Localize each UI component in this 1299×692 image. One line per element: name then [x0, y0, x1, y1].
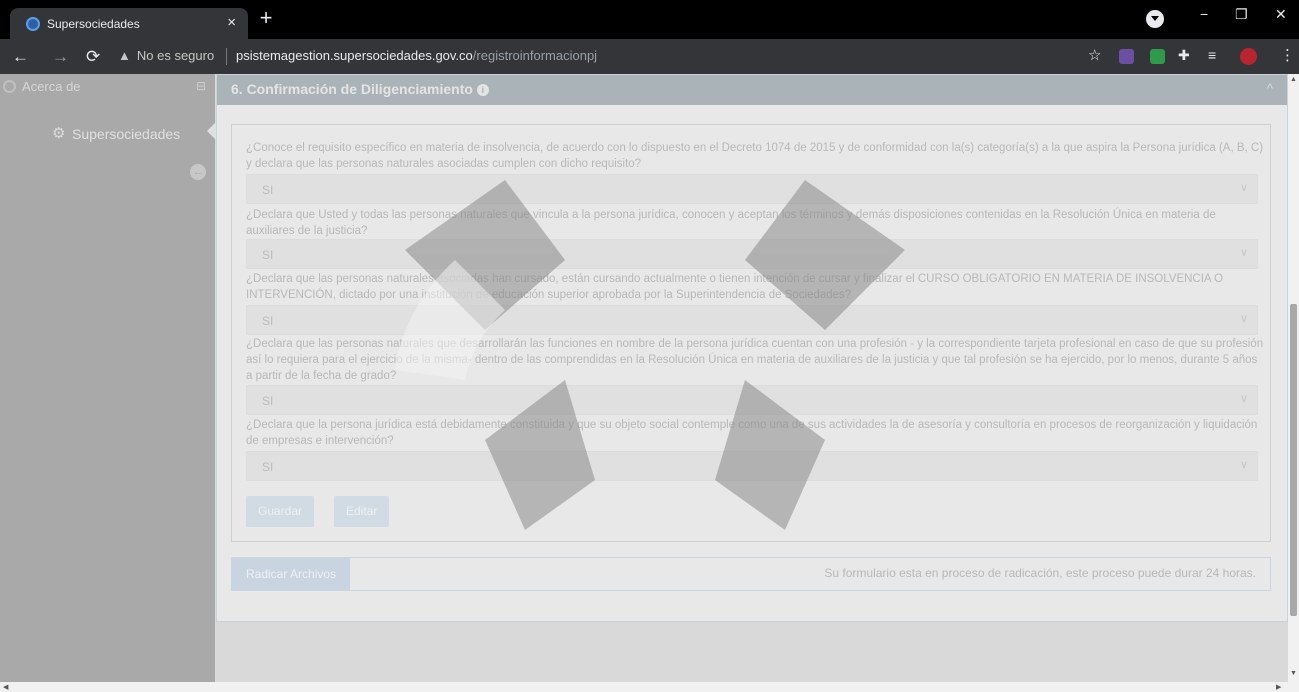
new-tab-button[interactable]: +: [255, 7, 277, 30]
scroll-left-icon[interactable]: ◀: [3, 683, 8, 691]
answer-select-2[interactable]: SI ∨: [246, 239, 1258, 269]
chevron-down-icon: ∨: [1239, 182, 1248, 194]
sidebar-item-about[interactable]: Acerca de: [22, 79, 81, 94]
security-indicator[interactable]: ▲ No es seguro: [118, 48, 214, 63]
site-favicon-icon: [26, 17, 40, 31]
chevron-down-icon: ∨: [1239, 247, 1248, 259]
active-caret-icon: [207, 122, 216, 140]
question-2: ¿Declara que Usted y todas las personas …: [246, 209, 1216, 237]
horizontal-scrollbar[interactable]: ◀ ▶: [0, 682, 1299, 692]
star-icon[interactable]: ☆: [1088, 46, 1101, 64]
chevron-up-icon[interactable]: ^: [1267, 81, 1273, 96]
confirmation-panel: 6. Confirmación de Diligenciamiento i ^ ¿…: [216, 74, 1288, 622]
about-icon: [3, 80, 16, 93]
sidebar-item-supersociedades[interactable]: Supersociedades: [72, 126, 180, 142]
answer-value-4: SI: [262, 394, 274, 408]
scroll-up-icon[interactable]: ▲: [1290, 76, 1297, 83]
info-icon[interactable]: i: [476, 84, 489, 96]
save-button[interactable]: Guardar: [246, 496, 315, 527]
answer-select-3[interactable]: SI ∨: [246, 305, 1258, 335]
chevron-down-icon: ∨: [1239, 459, 1248, 471]
queue-icon[interactable]: ≡: [1208, 47, 1216, 63]
extension-flask-icon[interactable]: [1119, 49, 1134, 64]
collapse-sidebar-icon[interactable]: ←: [190, 164, 206, 180]
chevron-down-icon: ∨: [1239, 393, 1248, 405]
browser-toolbar: ← → ⟳ ▲ No es seguro psistemagestion.supe…: [0, 39, 1299, 74]
chevron-down-icon: ∨: [1239, 313, 1248, 325]
panel-header[interactable]: 6. Confirmación de Diligenciamiento i ^: [217, 75, 1287, 105]
extension-green-icon[interactable]: [1150, 49, 1165, 64]
minimize-icon[interactable]: −: [1200, 6, 1208, 22]
puzzle-icon[interactable]: ✚: [1178, 47, 1190, 64]
media-control-icon[interactable]: [1146, 10, 1164, 28]
answer-value-1: SI: [262, 183, 274, 197]
question-4: ¿Declara que las personas naturales que …: [246, 338, 1264, 382]
close-window-icon[interactable]: ✕: [1275, 6, 1287, 23]
edit-button[interactable]: Editar: [334, 496, 390, 527]
section-title-text: 6. Confirmación de Diligenciamiento: [231, 81, 473, 97]
answer-value-5: SI: [262, 460, 274, 474]
browser-tab[interactable]: Supersociedades ×: [10, 8, 248, 39]
maximize-icon[interactable]: ❐: [1235, 6, 1248, 23]
omnibox-divider: [226, 48, 227, 65]
scroll-right-icon[interactable]: ▶: [1276, 683, 1281, 691]
back-icon[interactable]: ←: [12, 47, 29, 67]
menu-icon[interactable]: ⋮: [1280, 46, 1295, 64]
url-host: psistemagestion.supersociedades.gov.co: [236, 48, 473, 63]
radicar-bar: Radicar Archivos Su formulario esta en p…: [231, 557, 1271, 591]
forward-icon[interactable]: →: [52, 47, 69, 67]
tab-strip: Supersociedades × + − ❐ ✕: [0, 0, 1299, 39]
address-bar[interactable]: ▲ No es seguro psistemagestion.supersocie…: [116, 43, 1116, 70]
avatar-icon[interactable]: [1240, 48, 1257, 65]
question-1: ¿Conoce el requisito específico en mater…: [246, 142, 1264, 170]
gear-icon: ⚙: [52, 125, 66, 142]
security-label: No es seguro: [136, 48, 215, 63]
answer-select-4[interactable]: SI ∨: [246, 385, 1258, 415]
page-title: 6. Confirmación de Diligenciamiento i: [231, 81, 489, 97]
question-5: ¿Declara que la persona jurídica está de…: [246, 419, 1258, 447]
radicar-status-message: Su formulario esta en proceso de radicac…: [824, 566, 1256, 580]
answer-select-1[interactable]: SI ∨: [246, 174, 1258, 204]
scroll-down-icon[interactable]: ▼: [1290, 670, 1297, 677]
vertical-scrollbar[interactable]: ▲ ▼: [1288, 74, 1299, 682]
radicar-archivos-button[interactable]: Radicar Archivos: [232, 558, 351, 590]
warning-icon: ▲: [118, 48, 131, 63]
question-3: ¿Declara que las personas naturales asoc…: [246, 273, 1224, 301]
sidebar-toggle-icon[interactable]: ⊟: [196, 79, 206, 93]
answer-select-5[interactable]: SI ∨: [246, 451, 1258, 481]
tab-close-icon[interactable]: ×: [227, 14, 236, 31]
answer-value-2: SI: [262, 248, 274, 262]
url-path: /registroinformacionpj: [472, 48, 598, 63]
vertical-scroll-thumb[interactable]: [1290, 304, 1297, 616]
questions-box: ¿Conoce el requisito específico en mater…: [231, 124, 1271, 542]
page-content: Acerca de ⊟ ⚙ Supersociedades ← 6. Confi…: [0, 74, 1288, 682]
tab-title: Supersociedades: [47, 17, 140, 31]
url-text[interactable]: psistemagestion.supersociedades.gov.co/r…: [236, 48, 597, 63]
answer-value-3: SI: [262, 314, 274, 328]
browser-window: Supersociedades × + − ❐ ✕ ← → ⟳ ▲ No es s…: [0, 0, 1299, 692]
sidebar: Acerca de ⊟ ⚙ Supersociedades ←: [0, 74, 216, 682]
reload-icon[interactable]: ⟳: [86, 47, 100, 67]
